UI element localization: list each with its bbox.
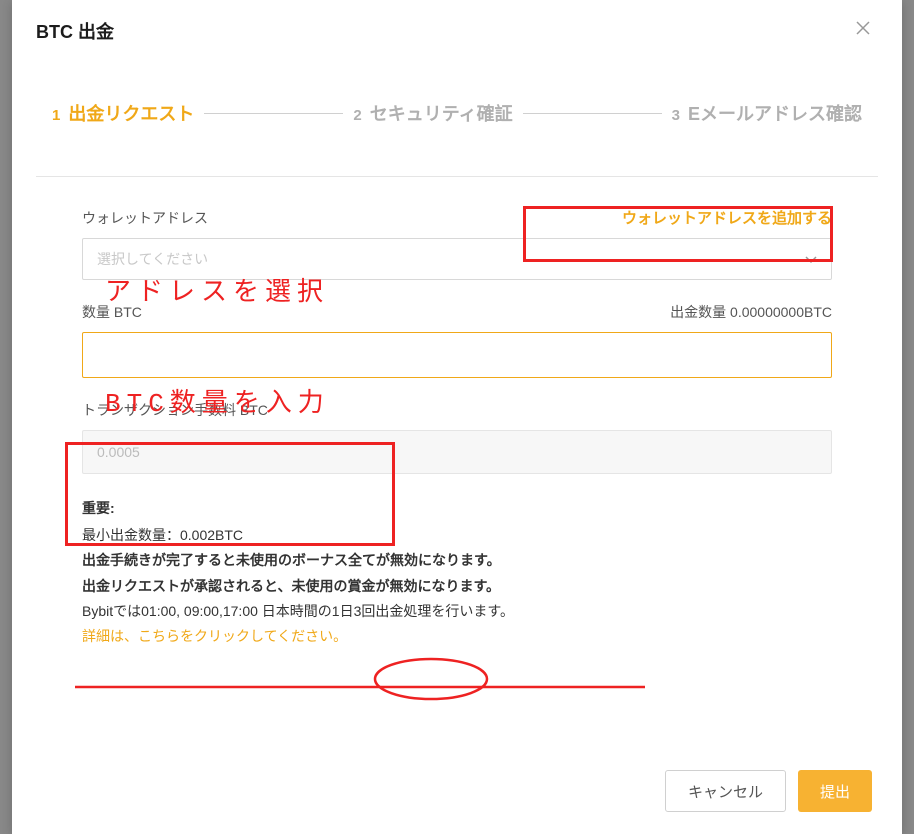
wallet-label-row: ウォレットアドレス ウォレットアドレスを追加する bbox=[82, 207, 832, 228]
amount-label: 数量 BTC bbox=[82, 302, 142, 322]
add-wallet-link[interactable]: ウォレットアドレスを追加する bbox=[622, 207, 832, 228]
step-3-num: 3 bbox=[672, 107, 680, 124]
important-line-2: 出金リクエストが承認されると、未使用の賞金が無効になります。 bbox=[82, 574, 832, 599]
step-3: 3 Eメールアドレス確認 bbox=[672, 100, 862, 126]
modal-footer: キャンセル 提出 bbox=[665, 770, 872, 812]
cancel-button[interactable]: キャンセル bbox=[665, 770, 786, 812]
withdraw-modal: BTC 出金 1 出金リクエスト 2 セキュリティ確証 3 Eメールアドレス確認… bbox=[12, 0, 902, 834]
fee-value: 0.0005 bbox=[97, 444, 140, 460]
modal-title: BTC 出金 bbox=[36, 18, 114, 44]
step-connector bbox=[523, 113, 662, 114]
fee-label: トランザクション手数料 BTC bbox=[82, 400, 832, 420]
wallet-field-group: ウォレットアドレス ウォレットアドレスを追加する 選択してください bbox=[82, 207, 832, 280]
detail-link[interactable]: 詳細は、こちらをクリックしてください。 bbox=[82, 624, 832, 649]
withdraw-amount-value: 0.00000000BTC bbox=[730, 304, 832, 320]
schedule-text: Bybitでは01:00, 09:00,17:00 日本時間の1日3回出金処理を… bbox=[82, 599, 832, 624]
close-icon bbox=[854, 19, 872, 37]
important-line-1: 出金手続きが完了すると未使用のボーナス全てが無効になります。 bbox=[82, 548, 832, 573]
close-button[interactable] bbox=[854, 19, 878, 43]
fee-display: 0.0005 bbox=[82, 430, 832, 474]
withdraw-amount-display: 出金数量 0.00000000BTC bbox=[670, 302, 832, 322]
amount-label-row: 数量 BTC 出金数量 0.00000000BTC bbox=[82, 302, 832, 322]
wallet-select-placeholder: 選択してください bbox=[97, 249, 208, 269]
modal-header: BTC 出金 bbox=[12, 0, 902, 60]
step-1-label: 出金リクエスト bbox=[68, 100, 194, 126]
step-indicator: 1 出金リクエスト 2 セキュリティ確証 3 Eメールアドレス確認 bbox=[12, 60, 902, 156]
min-withdraw-text: 最小出金数量：0.002BTC bbox=[82, 523, 832, 548]
wallet-label: ウォレットアドレス bbox=[82, 208, 208, 228]
step-2-num: 2 bbox=[353, 107, 361, 124]
wallet-select[interactable]: 選択してください bbox=[82, 238, 832, 280]
step-3-label: Eメールアドレス確認 bbox=[688, 100, 862, 126]
fee-field-group: トランザクション手数料 BTC 0.0005 bbox=[82, 400, 832, 474]
submit-button[interactable]: 提出 bbox=[798, 770, 872, 812]
form-body: ウォレットアドレス ウォレットアドレスを追加する 選択してください 数量 BTC… bbox=[12, 207, 902, 649]
step-connector bbox=[204, 113, 343, 114]
withdraw-amount-label: 出金数量 bbox=[670, 304, 726, 320]
divider bbox=[36, 176, 878, 177]
important-section: 重要: 最小出金数量：0.002BTC 出金手続きが完了すると未使用のボーナス全… bbox=[82, 496, 832, 649]
amount-input[interactable] bbox=[82, 332, 832, 378]
step-1: 1 出金リクエスト bbox=[52, 100, 194, 126]
step-2-label: セキュリティ確証 bbox=[370, 100, 513, 126]
step-2: 2 セキュリティ確証 bbox=[353, 100, 512, 126]
chevron-down-icon bbox=[805, 251, 817, 267]
amount-field-group: 数量 BTC 出金数量 0.00000000BTC bbox=[82, 302, 832, 378]
important-title: 重要: bbox=[82, 496, 832, 521]
step-1-num: 1 bbox=[52, 107, 60, 124]
